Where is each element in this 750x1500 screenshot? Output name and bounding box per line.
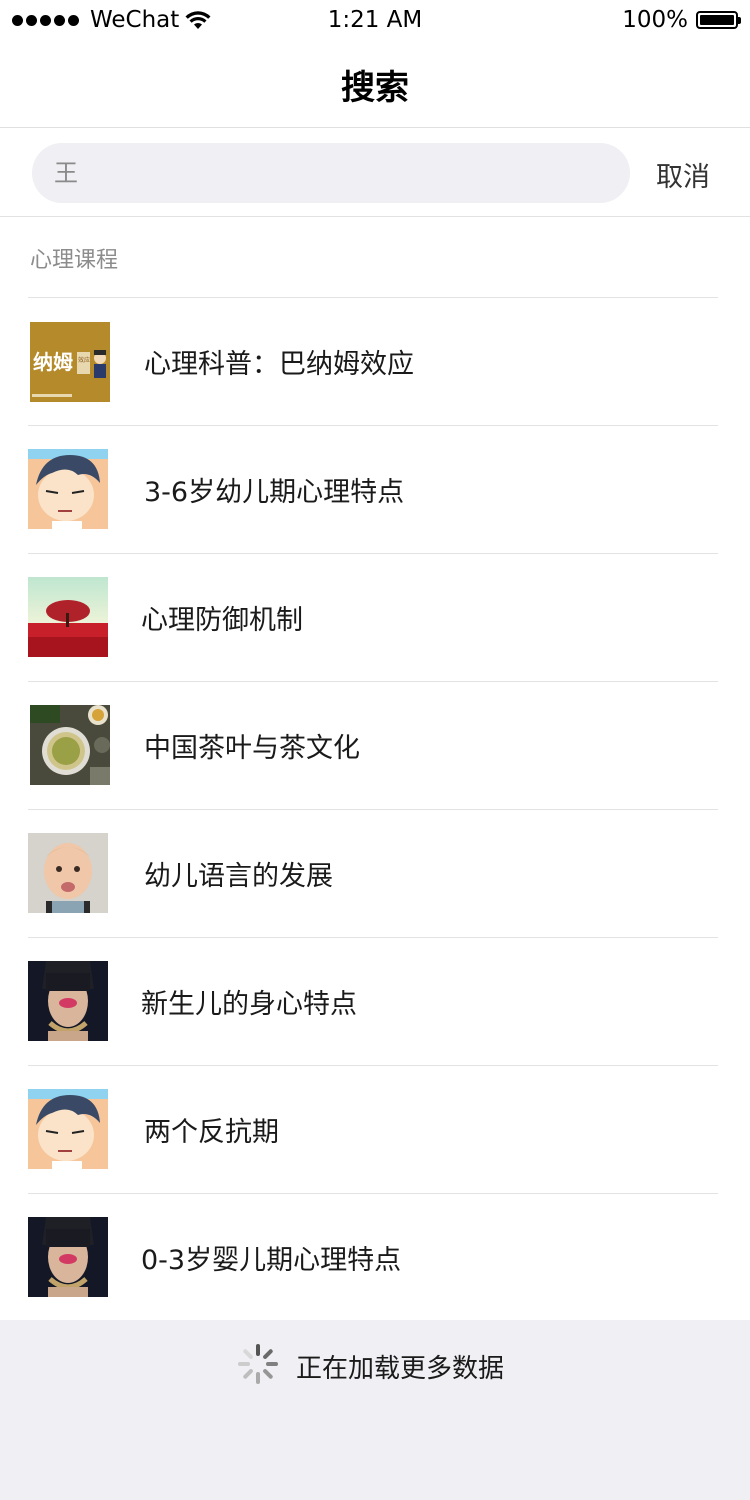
- course-item[interactable]: 3-6岁幼儿期心理特点: [28, 425, 718, 553]
- page-title: 搜索: [341, 68, 409, 108]
- course-item[interactable]: 两个反抗期: [28, 1065, 718, 1193]
- navigation-bar: 搜索: [0, 40, 750, 128]
- barnum-thumbnail: 纳姆 效应: [30, 322, 110, 402]
- screen: WeChat 1:21 AM 100% 搜索 取消 心理课程: [0, 0, 750, 1500]
- course-list: 纳姆 效应 心理科普：巴纳姆效应 3-6岁幼儿期心理特点 心理防御机制 中国茶叶…: [0, 297, 750, 1321]
- course-item[interactable]: 纳姆 效应 心理科普：巴纳姆效应: [28, 297, 718, 425]
- course-title: 心理防御机制: [141, 605, 303, 636]
- course-title: 中国茶叶与茶文化: [144, 733, 360, 764]
- thumb-badge-text: 纳姆: [33, 350, 73, 374]
- course-title: 心理科普：巴纳姆效应: [144, 349, 414, 380]
- battery-icon: [696, 11, 741, 29]
- woman-portrait-thumbnail: [28, 961, 108, 1041]
- course-item[interactable]: 心理防御机制: [28, 553, 718, 681]
- course-title: 3-6岁幼儿期心理特点: [144, 477, 405, 508]
- course-item[interactable]: 新生儿的身心特点: [28, 937, 718, 1065]
- course-title: 新生儿的身心特点: [141, 989, 357, 1020]
- course-title: 0-3岁婴儿期心理特点: [141, 1245, 402, 1276]
- course-title: 两个反抗期: [144, 1117, 279, 1148]
- course-item[interactable]: 0-3岁婴儿期心理特点: [28, 1193, 718, 1321]
- course-item[interactable]: 中国茶叶与茶文化: [28, 681, 718, 809]
- search-input[interactable]: [32, 143, 630, 203]
- status-bar: WeChat 1:21 AM 100%: [0, 0, 750, 40]
- thumb-badge-subtext: 效应: [78, 356, 90, 364]
- course-item[interactable]: 幼儿语言的发展: [28, 809, 718, 937]
- course-title: 幼儿语言的发展: [144, 861, 333, 892]
- loading-footer: 正在加载更多数据: [0, 1320, 750, 1500]
- tea-cup-thumbnail: [30, 705, 110, 785]
- baby-photo-thumbnail: [28, 833, 108, 913]
- cartoon-boy-thumbnail: [28, 449, 108, 529]
- battery-percentage: 100%: [622, 7, 688, 33]
- loading-spinner-icon: [238, 1344, 278, 1384]
- red-tree-thumbnail: [28, 577, 108, 657]
- section-header: 心理课程: [30, 248, 119, 273]
- cartoon-boy-thumbnail: [28, 1089, 108, 1169]
- search-row: 取消: [0, 128, 750, 217]
- status-right: 100%: [622, 7, 741, 33]
- woman-portrait-thumbnail: [28, 1217, 108, 1297]
- cancel-button[interactable]: 取消: [656, 154, 726, 194]
- loading-text: 正在加载更多数据: [296, 1354, 505, 1384]
